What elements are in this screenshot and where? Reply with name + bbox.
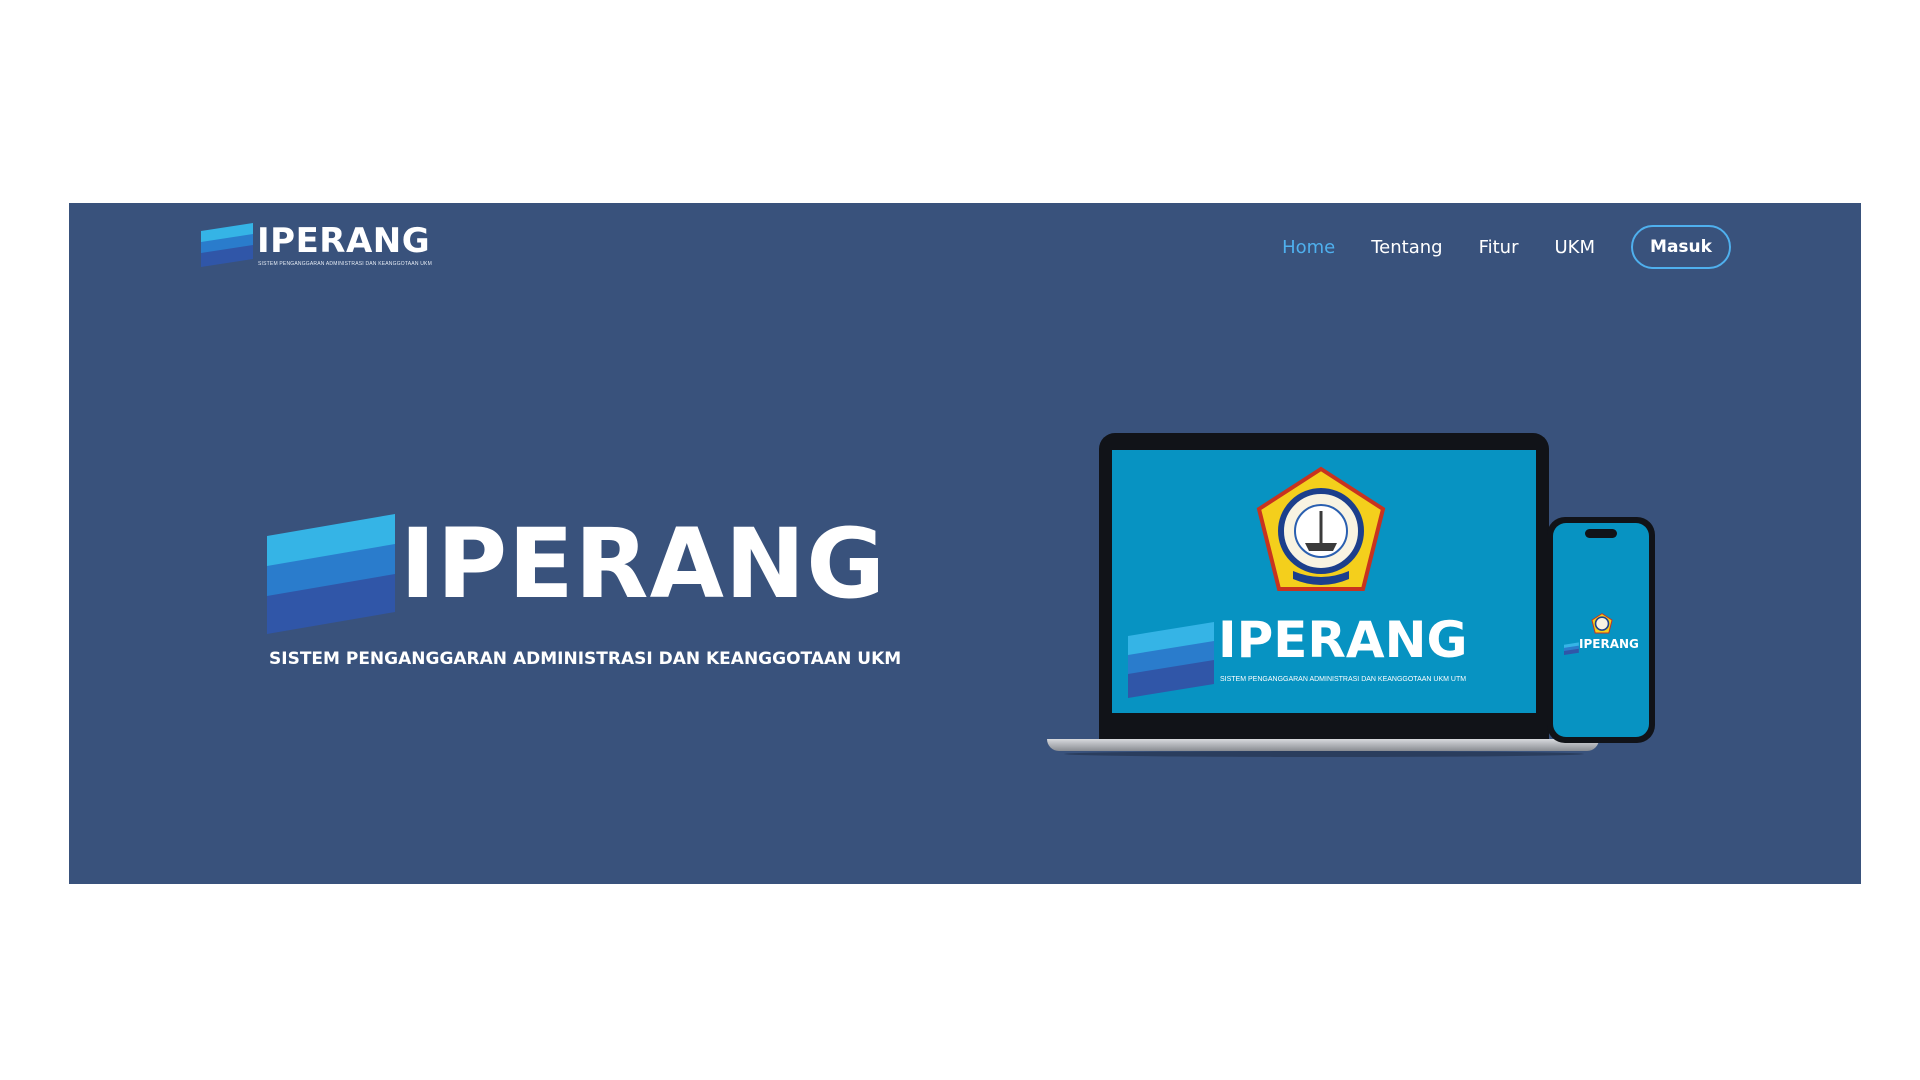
hero-brand-tagline: SISTEM PENGANGGARAN ADMINISTRASI DAN KEA…	[269, 649, 902, 669]
nav-ukm[interactable]: UKM	[1554, 237, 1595, 258]
navbar-logo[interactable]: IPERANG SISTEM PENGANGGARAN ADMINISTRASI…	[201, 221, 441, 271]
stacked-stripes-logo-icon	[267, 514, 395, 634]
laptop-mockup: IPERANG SISTEM PENGANGGARAN ADMINISTRASI…	[1099, 433, 1549, 743]
nav-home[interactable]: Home	[1282, 237, 1335, 258]
university-seal-icon	[1256, 466, 1386, 591]
hero-section: IPERANG SISTEM PENGANGGARAN ADMINISTRASI…	[69, 203, 1861, 884]
laptop-screen: IPERANG SISTEM PENGANGGARAN ADMINISTRASI…	[1112, 450, 1536, 713]
stacked-stripes-logo-icon	[201, 223, 253, 267]
login-button[interactable]: Masuk	[1631, 225, 1731, 269]
hero-brand-name: IPERANG	[400, 508, 887, 620]
phone-mockup: IPERANG	[1547, 517, 1655, 743]
main-navigation: Home Tentang Fitur UKM Masuk	[1246, 223, 1731, 271]
hero-brand: IPERANG SISTEM PENGANGGARAN ADMINISTRASI…	[267, 508, 901, 679]
phone-screen: IPERANG	[1553, 523, 1649, 737]
university-seal-icon	[1591, 613, 1613, 634]
stacked-stripes-logo-icon	[1564, 642, 1579, 655]
stacked-stripes-logo-icon	[1128, 622, 1214, 698]
screen-brand-tagline: SISTEM PENGANGGARAN ADMINISTRASI DAN KEA…	[1220, 676, 1467, 683]
laptop-shadow	[1064, 751, 1584, 757]
nav-fitur[interactable]: Fitur	[1479, 237, 1519, 258]
phone-brand-name: IPERANG	[1579, 637, 1639, 651]
laptop-base	[1047, 739, 1599, 751]
navbar-brand-name: IPERANG	[257, 221, 431, 261]
navbar-brand-tagline: SISTEM PENGANGGARAN ADMINISTRASI DAN KEA…	[258, 261, 432, 267]
screen-brand-name: IPERANG	[1218, 611, 1468, 669]
nav-tentang[interactable]: Tentang	[1371, 237, 1442, 258]
phone-notch	[1585, 529, 1617, 538]
